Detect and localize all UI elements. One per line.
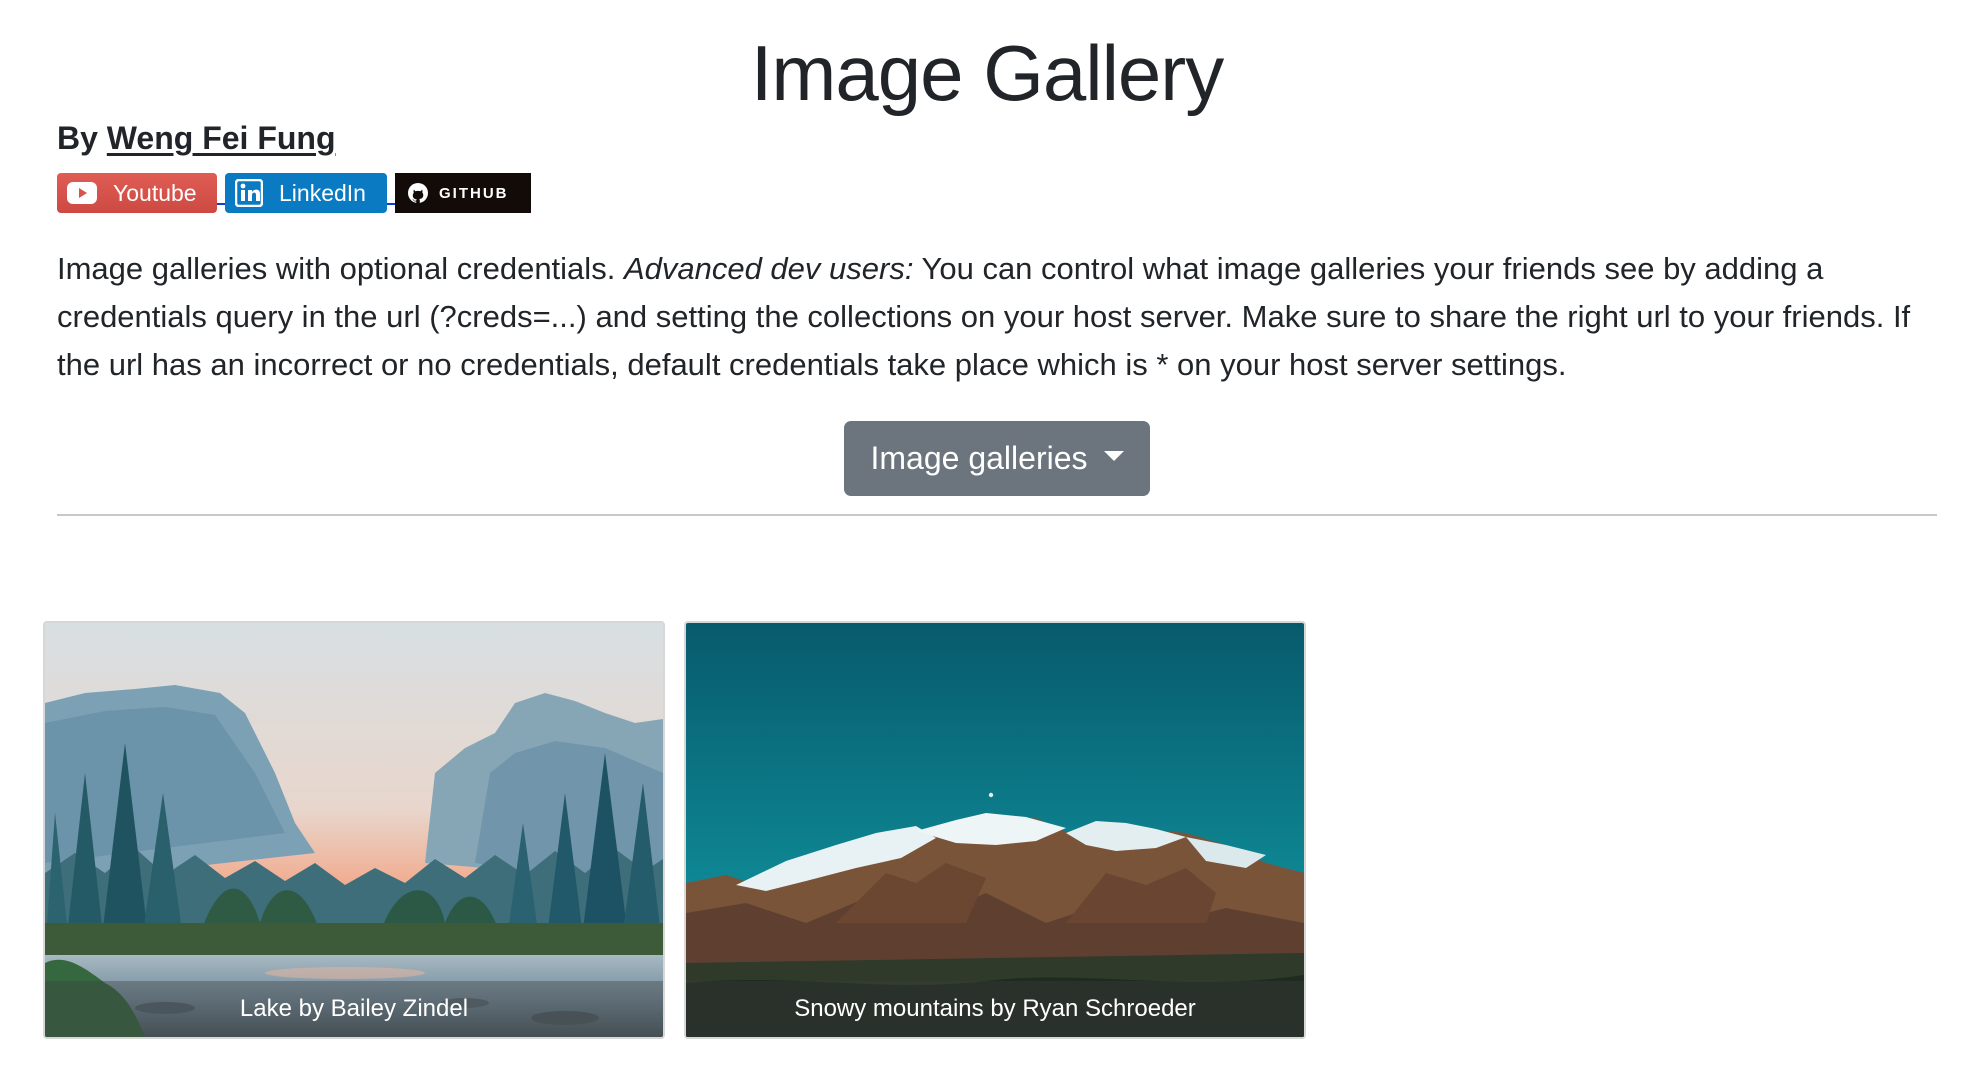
byline-prefix: By — [57, 120, 98, 156]
linkedin-icon — [235, 179, 263, 207]
github-badge[interactable]: GITHUB — [395, 173, 531, 213]
page-title: Image Gallery — [750, 29, 1225, 117]
linkedin-badge-label: LinkedIn — [279, 179, 366, 206]
section-divider — [57, 514, 1937, 516]
gallery-card-lake[interactable]: Lake by Bailey Zindel — [43, 621, 665, 1039]
github-icon — [407, 182, 429, 204]
page: Image Gallery By Weng Fei Fung Youtube L… — [0, 0, 1974, 1082]
dropdown-label: Image galleries — [870, 440, 1088, 476]
github-badge-label: GITHUB — [439, 184, 509, 202]
linkedin-badge[interactable]: LinkedIn — [225, 173, 387, 213]
image-galleries-dropdown-button[interactable]: Image galleries — [844, 421, 1150, 496]
description: Image galleries with optional credential… — [57, 245, 1937, 389]
description-emphasis: Advanced dev users: — [623, 251, 914, 286]
youtube-badge[interactable]: Youtube — [57, 173, 217, 213]
social-badges: Youtube LinkedIn GITHUB — [57, 173, 531, 213]
mountains-image — [686, 623, 1304, 1037]
badge-link-underline — [387, 173, 395, 213]
badge-link-underline — [217, 173, 225, 213]
author-link[interactable]: Weng Fei Fung — [107, 120, 336, 156]
youtube-icon — [67, 182, 97, 204]
gallery-card-mountains[interactable]: Snowy mountains by Ryan Schroeder — [684, 621, 1306, 1039]
youtube-badge-label: Youtube — [113, 179, 197, 206]
card-caption: Snowy mountains by Ryan Schroeder — [686, 981, 1304, 1037]
lake-image — [45, 623, 663, 1037]
description-intro: Image galleries with optional credential… — [57, 251, 616, 286]
card-caption: Lake by Bailey Zindel — [45, 981, 663, 1037]
author-byline: By Weng Fei Fung — [57, 120, 336, 157]
caret-down-icon — [1103, 450, 1124, 461]
